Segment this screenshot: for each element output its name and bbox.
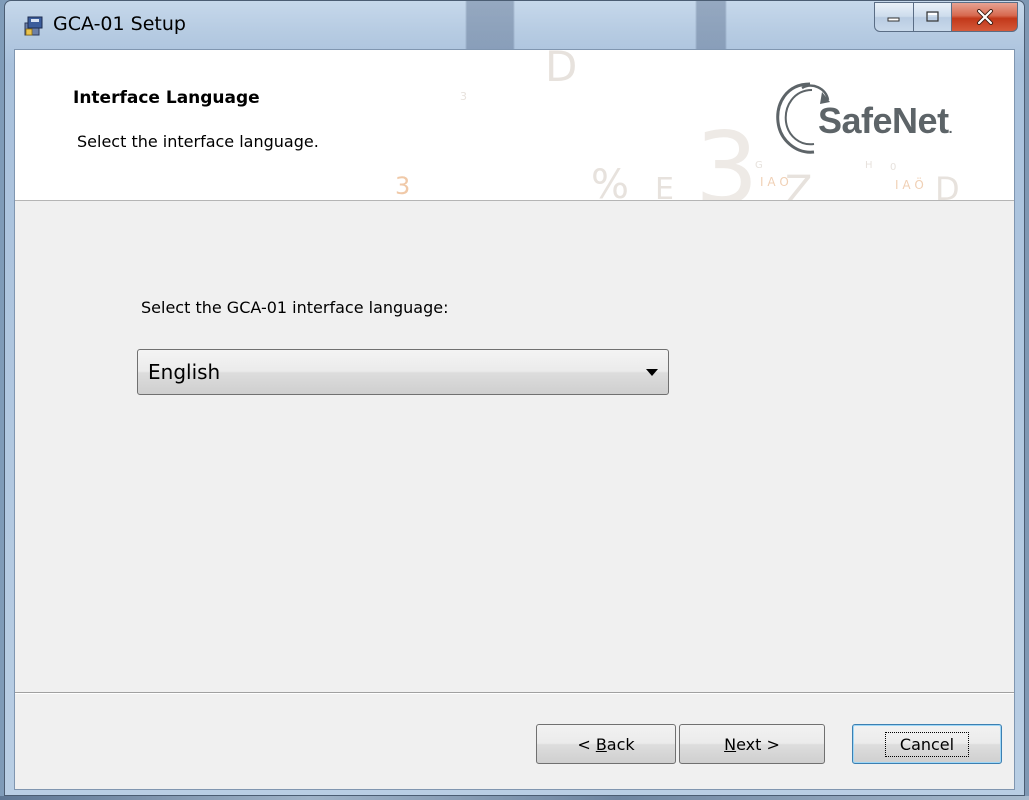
caption-buttons (874, 2, 1018, 36)
language-dropdown[interactable]: English (137, 349, 669, 395)
banner-title: Interface Language (73, 88, 260, 108)
close-button[interactable] (952, 2, 1018, 32)
footer-separator (15, 692, 1014, 694)
maximize-icon (925, 11, 939, 22)
header-banner: D 3 3 % 3 E G H 0 I A O Z I A Ö D Interf… (15, 50, 1014, 201)
maximize-button[interactable] (914, 2, 952, 32)
desktop-strip (0, 796, 1029, 800)
cancel-button-label: Cancel (884, 731, 970, 757)
title-bar[interactable]: GCA-01 Setup (5, 1, 1024, 49)
language-prompt: Select the GCA-01 interface language: (141, 298, 449, 317)
dialog-client-area: D 3 3 % 3 E G H 0 I A O Z I A Ö D Interf… (14, 49, 1015, 790)
minimize-button[interactable] (874, 2, 914, 32)
back-button[interactable]: < Back (536, 724, 676, 764)
next-button-label: Next > (724, 734, 780, 754)
language-dropdown-value: English (148, 360, 221, 384)
next-button[interactable]: Next > (679, 724, 825, 764)
minimize-icon (887, 17, 900, 22)
back-button-label: < Back (577, 734, 635, 754)
setup-window: GCA-01 Setup D 3 3 % 3 E G H 0 I A O Z I… (4, 0, 1025, 796)
safenet-logo: SafeNet. (772, 78, 1002, 160)
close-icon (976, 9, 993, 25)
cancel-button[interactable]: Cancel (852, 724, 1002, 764)
logo-wordmark: SafeNet. (818, 100, 953, 141)
installer-icon (24, 16, 43, 36)
chevron-down-icon (646, 369, 658, 376)
banner-subtitle: Select the interface language. (77, 132, 319, 151)
window-title: GCA-01 Setup (53, 13, 186, 35)
